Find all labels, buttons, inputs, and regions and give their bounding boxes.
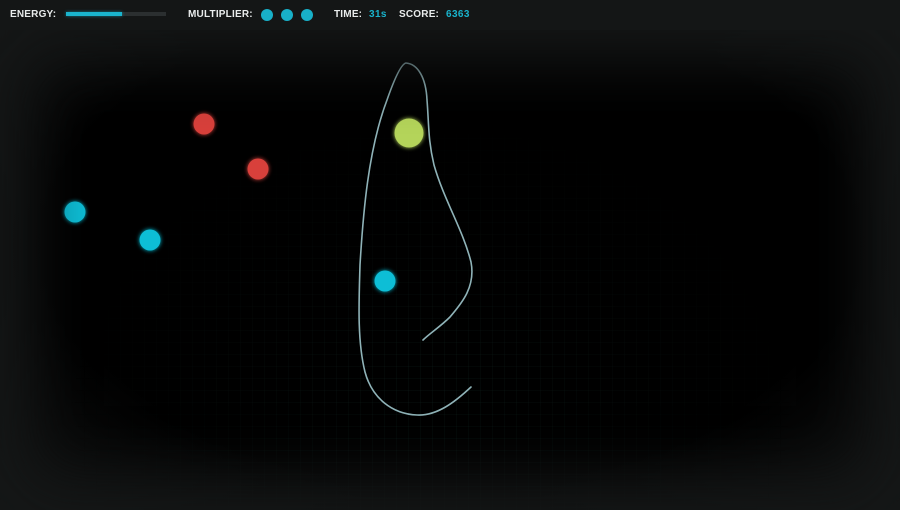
enemy-orb (193, 113, 215, 135)
hud-bar: ENERGY: MULTIPLIER: TIME: 31s SCORE: 636… (0, 0, 900, 30)
game-arena[interactable] (0, 30, 900, 510)
energy-orb (139, 229, 161, 251)
multiplier-dot (281, 9, 293, 21)
energy-orb (64, 201, 86, 223)
energy-bar (66, 12, 166, 16)
energy-orb (374, 270, 396, 292)
player-orb (394, 118, 424, 148)
multiplier-dot (261, 9, 273, 21)
arena-scene (64, 62, 473, 416)
multiplier-dot (301, 9, 313, 21)
score-value: 6363 (446, 9, 470, 20)
energy-bar-fill (66, 12, 122, 16)
energy-label: ENERGY: (10, 9, 57, 20)
score-label: SCORE: (399, 9, 440, 20)
multiplier-label: MULTIPLIER: (188, 9, 253, 20)
time-value: 31s (369, 9, 387, 20)
player-trail (358, 62, 473, 416)
enemy-orb (247, 158, 269, 180)
time-label: TIME: (334, 9, 363, 20)
